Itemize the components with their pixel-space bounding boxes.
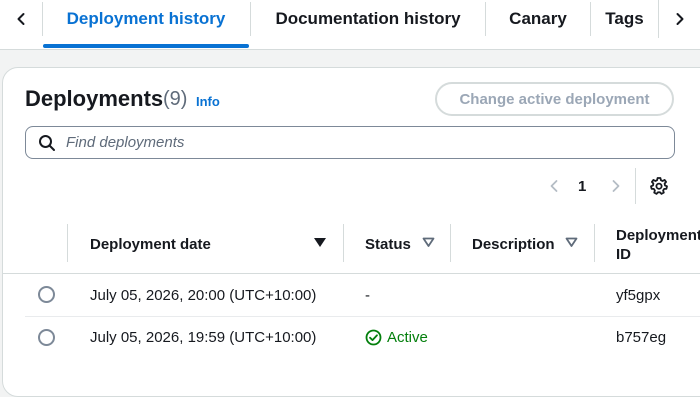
column-header-deployment-id[interactable]: Deployment ID bbox=[616, 226, 700, 264]
tabs-scroll-right-button[interactable] bbox=[658, 0, 700, 38]
deployment-date-cell: July 05, 2026, 19:59 (UTC+10:00) bbox=[90, 329, 317, 346]
pagination-divider bbox=[635, 168, 636, 204]
check-circle-icon bbox=[365, 329, 382, 346]
deployments-panel bbox=[2, 67, 700, 397]
tab-deployment-history[interactable]: Deployment history bbox=[44, 0, 248, 38]
row-divider bbox=[25, 316, 700, 317]
column-header-description[interactable]: Description bbox=[472, 235, 555, 254]
deployment-id-cell: yf5gpx bbox=[616, 287, 661, 304]
sort-descending-icon[interactable] bbox=[313, 237, 327, 249]
active-tab-indicator bbox=[43, 44, 249, 48]
table-header-divider bbox=[2, 273, 700, 274]
column-divider bbox=[67, 224, 68, 262]
chevron-right-icon bbox=[612, 180, 620, 192]
row-select-radio[interactable] bbox=[38, 329, 55, 346]
tab-bar: Deployment history Documentation history… bbox=[0, 0, 700, 50]
tab-tags[interactable]: Tags bbox=[591, 0, 658, 38]
previous-page-button[interactable] bbox=[544, 176, 564, 196]
info-link[interactable]: Info bbox=[196, 94, 220, 109]
column-header-status[interactable]: Status bbox=[365, 235, 411, 254]
page-number-button[interactable]: 1 bbox=[578, 178, 586, 195]
row-select-radio[interactable] bbox=[38, 286, 55, 303]
chevron-left-icon bbox=[17, 13, 25, 25]
column-header-label: ID bbox=[616, 246, 631, 263]
chevron-right-icon bbox=[676, 13, 683, 25]
column-header-deployment-date[interactable]: Deployment date bbox=[90, 235, 211, 254]
search-field[interactable] bbox=[25, 126, 675, 159]
gear-icon bbox=[650, 177, 668, 195]
chevron-left-icon bbox=[550, 180, 558, 192]
deployment-count: (9) bbox=[163, 88, 188, 110]
next-page-button[interactable] bbox=[606, 176, 626, 196]
tabs-scroll-left-button[interactable] bbox=[0, 0, 42, 38]
column-header-label: Deployment bbox=[616, 227, 700, 244]
sort-icon[interactable] bbox=[565, 237, 578, 248]
column-divider bbox=[450, 224, 451, 262]
change-active-deployment-button[interactable]: Change active deployment bbox=[435, 82, 674, 116]
column-divider bbox=[343, 224, 344, 262]
status-active-label: Active bbox=[387, 329, 428, 346]
deployment-date-cell: July 05, 2026, 20:00 (UTC+10:00) bbox=[90, 287, 317, 304]
tab-documentation-history[interactable]: Documentation history bbox=[251, 0, 485, 38]
column-divider bbox=[594, 224, 595, 262]
sort-icon[interactable] bbox=[422, 237, 435, 248]
search-input[interactable] bbox=[64, 130, 664, 155]
table-settings-button[interactable] bbox=[648, 175, 670, 197]
search-icon bbox=[39, 135, 55, 151]
panel-title: Deployments bbox=[25, 86, 164, 111]
tab-canary[interactable]: Canary bbox=[486, 0, 590, 38]
status-cell: Active bbox=[365, 329, 428, 346]
deployment-id-cell: b757eg bbox=[616, 329, 667, 346]
status-cell: - bbox=[365, 287, 370, 304]
